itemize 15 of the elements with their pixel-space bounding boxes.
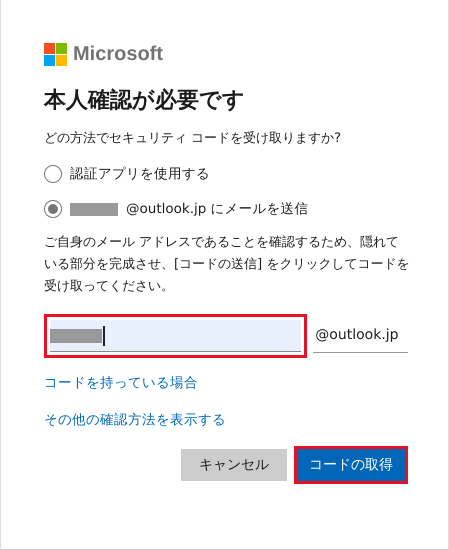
link[interactable]: その他の確認方法を表示する (44, 410, 226, 430)
question-text: どの方法でセキュリティ コードを受け取りますか? (44, 130, 342, 148)
radio-button[interactable] (44, 165, 62, 183)
domain-suffix: @outlook.jp (313, 317, 408, 353)
option-label[interactable]: 認証アプリを使用する (70, 165, 210, 183)
email-field[interactable] (44, 314, 308, 358)
instruction-text: ご自身のメール アドレスであることを確認するため、隠れている部分を完成させ、[コードの送信] をクリックしてコードを受け取ってください。 (44, 234, 410, 296)
cancel-button[interactable]: キャンセル (178, 446, 290, 484)
radio-button[interactable] (44, 200, 62, 218)
logo-icon (44, 43, 67, 66)
get-code-button[interactable]: コードの取得 (294, 446, 408, 484)
page-title: 本人確認が必要です (44, 87, 246, 115)
option-label[interactable]: @outlook.jp にメールを送信 (126, 200, 309, 218)
brand-name: Microsoft (73, 43, 163, 66)
link[interactable]: コードを持っている場合 (44, 373, 198, 393)
